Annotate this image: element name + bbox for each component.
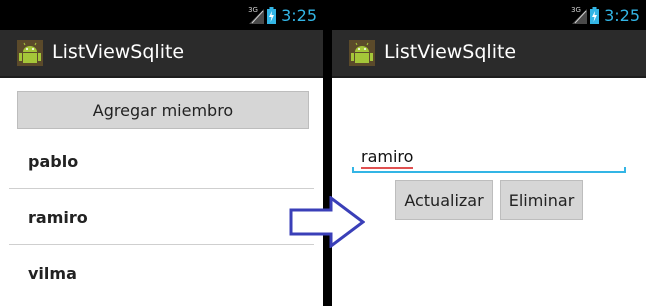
list-item[interactable]: vilma <box>28 264 77 283</box>
action-bar: ListViewSqlite <box>332 30 646 78</box>
list-item[interactable]: pablo <box>28 152 78 171</box>
list-divider <box>9 188 314 189</box>
action-bar: ListViewSqlite <box>0 30 323 78</box>
delete-button[interactable]: Eliminar <box>500 180 583 220</box>
signal-icon: 3G <box>248 6 265 24</box>
spellcheck-underline <box>361 167 413 169</box>
app-title: ListViewSqlite <box>52 41 185 63</box>
update-button[interactable]: Actualizar <box>395 180 493 220</box>
status-bar: 3G 3:25 <box>332 0 646 30</box>
list-screen: 3G 3:25 ListViewSqlite Agregar miembro p… <box>0 0 323 306</box>
android-robot-icon[interactable] <box>15 38 45 68</box>
app-title: ListViewSqlite <box>384 41 517 63</box>
name-input[interactable]: ramiro <box>352 145 626 173</box>
name-input-value[interactable]: ramiro <box>361 147 413 166</box>
android-robot-icon[interactable] <box>347 38 377 68</box>
right-arrow-icon <box>289 195 366 249</box>
battery-icon <box>590 6 600 24</box>
status-bar: 3G 3:25 <box>0 0 323 30</box>
clock: 3:25 <box>281 5 317 25</box>
battery-icon <box>267 6 277 24</box>
input-underline <box>352 171 626 173</box>
add-member-button[interactable]: Agregar miembro <box>17 91 309 129</box>
list-item[interactable]: ramiro <box>28 208 88 227</box>
screen-divider <box>323 0 332 306</box>
clock: 3:25 <box>604 5 640 25</box>
signal-icon: 3G <box>571 6 588 24</box>
list-divider <box>9 244 314 245</box>
